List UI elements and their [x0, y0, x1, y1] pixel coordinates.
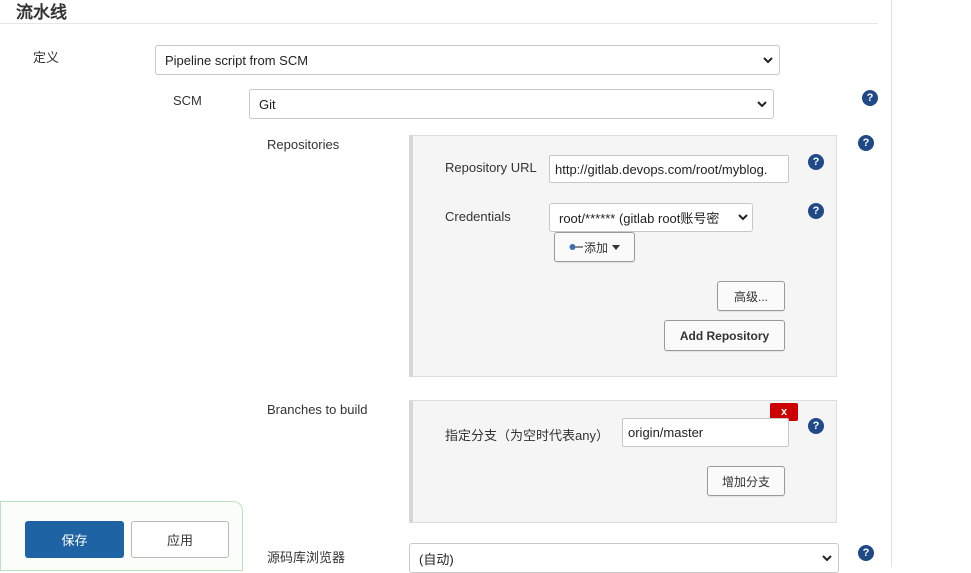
section-title: 流水线 — [16, 3, 67, 22]
branch-specifier-input[interactable]: origin/master — [622, 418, 789, 447]
help-icon[interactable]: ? — [808, 154, 824, 170]
advanced-button[interactable]: 高级... — [717, 281, 785, 311]
scm-label: SCM — [173, 93, 202, 108]
chevron-down-icon — [757, 56, 779, 64]
repository-url-label: Repository URL — [445, 160, 537, 175]
chevron-down-icon — [751, 100, 773, 108]
repository-browser-label: 源码库浏览器 — [267, 550, 346, 565]
add-branch-button[interactable]: 增加分支 — [707, 466, 785, 496]
chevron-down-icon — [816, 554, 838, 562]
definition-select-value: Pipeline script from SCM — [165, 52, 309, 68]
key-icon — [569, 244, 583, 250]
add-repository-button[interactable]: Add Repository — [664, 320, 785, 351]
help-icon[interactable]: ? — [858, 545, 874, 561]
save-button[interactable]: 保存 — [25, 521, 124, 558]
credentials-label: Credentials — [445, 209, 511, 224]
credentials-select-value: root/****** (gitlab root账号密 — [559, 211, 720, 226]
add-credentials-button[interactable]: 添加 — [554, 232, 635, 262]
help-icon[interactable]: ? — [862, 90, 878, 106]
credentials-select[interactable]: root/****** (gitlab root账号密 — [549, 203, 753, 232]
repository-browser-value: (自动) — [419, 551, 454, 567]
chevron-down-icon — [734, 214, 752, 221]
branches-label: Branches to build — [267, 402, 368, 417]
apply-button[interactable]: 应用 — [131, 521, 229, 558]
content-right-border — [891, 0, 892, 567]
repository-browser-select[interactable]: (自动) — [409, 543, 839, 573]
repositories-label: Repositories — [267, 137, 340, 152]
section-divider — [0, 23, 878, 24]
definition-select[interactable]: Pipeline script from SCM — [155, 45, 780, 75]
repository-url-input[interactable]: http://gitlab.devops.com/root/myblog. — [549, 155, 789, 183]
help-icon[interactable]: ? — [858, 135, 874, 151]
scm-select-value: Git — [259, 96, 276, 112]
definition-label: 定义 — [33, 50, 60, 65]
scm-select[interactable]: Git — [249, 89, 774, 119]
caret-down-icon — [612, 244, 620, 250]
help-icon[interactable]: ? — [808, 418, 824, 434]
add-credentials-label: 添加 — [583, 240, 608, 255]
help-icon[interactable]: ? — [808, 203, 824, 219]
branch-specifier-label: 指定分支（为空时代表any） — [445, 428, 609, 443]
